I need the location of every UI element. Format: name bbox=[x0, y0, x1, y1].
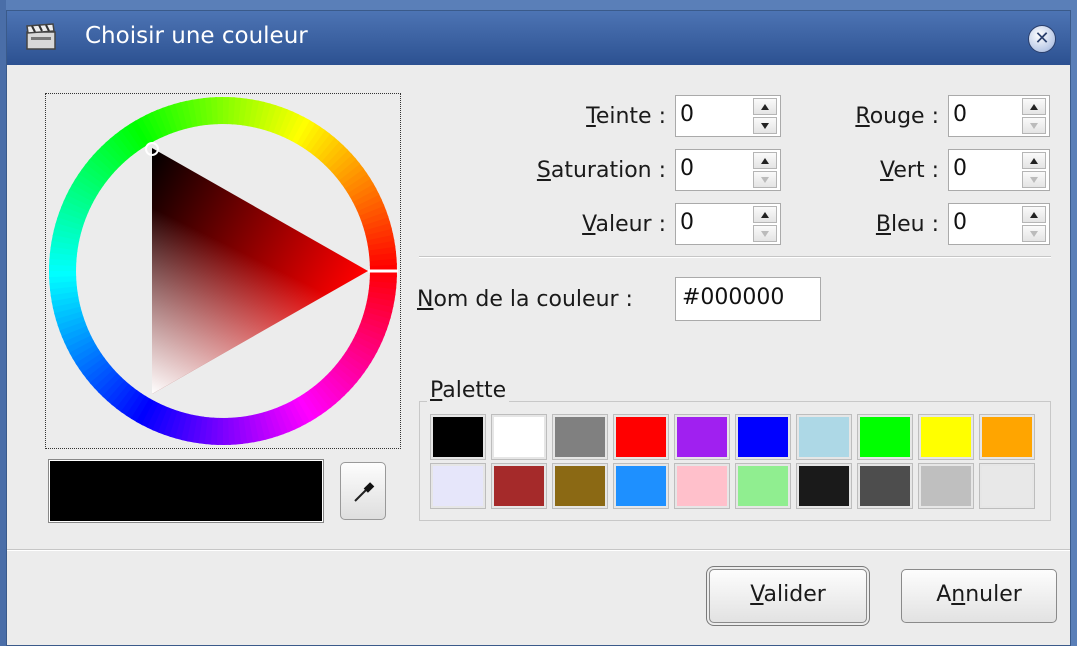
color-wheel-frame bbox=[45, 93, 401, 449]
green-increment[interactable] bbox=[1022, 152, 1046, 169]
value-label: Valeur : bbox=[582, 212, 666, 237]
palette-swatch[interactable] bbox=[553, 464, 607, 508]
value-decrement[interactable] bbox=[753, 225, 777, 242]
palette-swatch[interactable] bbox=[858, 415, 912, 459]
palette-swatch[interactable] bbox=[980, 415, 1034, 459]
palette-swatch[interactable] bbox=[614, 464, 668, 508]
cancel-button[interactable]: Annuler bbox=[901, 569, 1057, 623]
color-name-input[interactable]: #000000 bbox=[675, 277, 821, 321]
blue-value: 0 bbox=[953, 210, 967, 235]
hue-decrement[interactable] bbox=[753, 117, 777, 134]
palette-swatch[interactable] bbox=[492, 464, 546, 508]
palette-label: Palette bbox=[427, 378, 510, 403]
palette-swatch[interactable] bbox=[858, 464, 912, 508]
green-value: 0 bbox=[953, 156, 967, 181]
palette-swatch[interactable] bbox=[553, 415, 607, 459]
palette-swatch[interactable] bbox=[919, 415, 973, 459]
palette-swatch[interactable] bbox=[675, 415, 729, 459]
palette-swatch[interactable] bbox=[431, 464, 485, 508]
hue-increment[interactable] bbox=[753, 98, 777, 115]
blue-spinbutton[interactable]: 0 bbox=[948, 203, 1050, 245]
red-label: Rouge : bbox=[855, 104, 939, 129]
palette-swatch[interactable] bbox=[736, 415, 790, 459]
palette-swatch[interactable] bbox=[675, 464, 729, 508]
current-color-preview bbox=[48, 459, 324, 523]
eyedropper-button[interactable] bbox=[340, 462, 386, 520]
hue-label: Teinte : bbox=[586, 104, 666, 129]
palette-swatch[interactable] bbox=[980, 464, 1034, 508]
blue-label: Bleu : bbox=[875, 212, 939, 237]
value-value: 0 bbox=[680, 210, 694, 235]
green-spinbutton[interactable]: 0 bbox=[948, 149, 1050, 191]
palette-swatch[interactable] bbox=[492, 415, 546, 459]
hue-spinbutton[interactable]: 0 bbox=[675, 95, 781, 137]
saturation-decrement[interactable] bbox=[753, 171, 777, 188]
hue-value: 0 bbox=[680, 102, 694, 127]
triangle-white-overlay bbox=[152, 148, 368, 394]
hue-triangle-selector[interactable] bbox=[46, 94, 400, 448]
separator-bottom bbox=[7, 549, 1070, 551]
palette-swatch[interactable] bbox=[736, 464, 790, 508]
blue-decrement[interactable] bbox=[1022, 225, 1046, 242]
color-name-value: #000000 bbox=[682, 285, 785, 310]
palette-swatch[interactable] bbox=[614, 415, 668, 459]
ok-button[interactable]: Valider bbox=[709, 569, 867, 623]
eyedropper-icon bbox=[354, 482, 375, 502]
window-title: Choisir une couleur bbox=[85, 23, 308, 49]
red-decrement[interactable] bbox=[1022, 117, 1046, 134]
close-button[interactable]: ✕ bbox=[1028, 25, 1056, 53]
red-spinbutton[interactable]: 0 bbox=[948, 95, 1050, 137]
value-spinbutton[interactable]: 0 bbox=[675, 203, 781, 245]
title-bar[interactable]: Choisir une couleur ✕ bbox=[7, 11, 1070, 65]
red-increment[interactable] bbox=[1022, 98, 1046, 115]
palette-swatch[interactable] bbox=[797, 415, 851, 459]
color-name-label: Nom de la couleur : bbox=[417, 287, 633, 312]
color-chooser-dialog: Choisir une couleur ✕ Teinte: 0 Saturat… bbox=[6, 10, 1071, 646]
saturation-label: Saturation : bbox=[536, 158, 666, 183]
saturation-spinbutton[interactable]: 0 bbox=[675, 149, 781, 191]
green-label: Vert : bbox=[880, 158, 939, 183]
clapperboard-icon bbox=[26, 23, 56, 50]
saturation-value: 0 bbox=[680, 156, 694, 181]
blue-increment[interactable] bbox=[1022, 206, 1046, 223]
palette-swatch[interactable] bbox=[431, 415, 485, 459]
palette-swatch[interactable] bbox=[797, 464, 851, 508]
palette-swatch[interactable] bbox=[919, 464, 973, 508]
separator-top bbox=[419, 256, 1051, 258]
saturation-increment[interactable] bbox=[753, 152, 777, 169]
green-decrement[interactable] bbox=[1022, 171, 1046, 188]
value-increment[interactable] bbox=[753, 206, 777, 223]
close-icon: ✕ bbox=[1034, 28, 1050, 49]
red-value: 0 bbox=[953, 102, 967, 127]
